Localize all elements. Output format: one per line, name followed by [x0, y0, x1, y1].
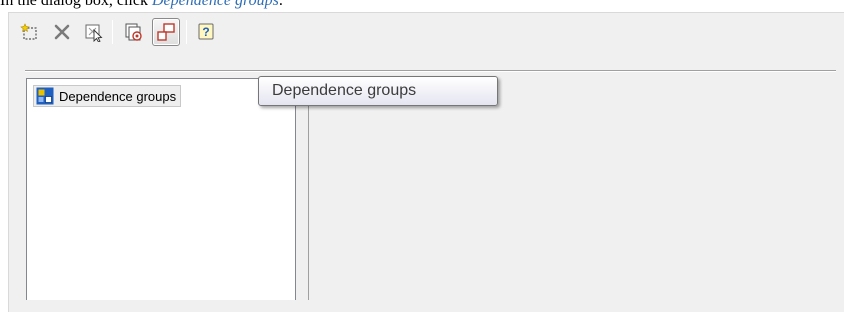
delete-button[interactable] [50, 20, 74, 44]
svg-text:?: ? [202, 25, 209, 39]
dependence-groups-node-icon [36, 87, 54, 105]
help-button[interactable]: ? [194, 20, 218, 44]
tooltip: Dependence groups [258, 76, 498, 106]
instruction-caption: In the dialog box, click Dependence grou… [0, 0, 283, 10]
select-objects-button[interactable] [82, 20, 106, 44]
tree-item-label: Dependence groups [59, 88, 177, 104]
caption-link: Dependence groups [151, 0, 279, 9]
dependence-groups-icon [157, 23, 175, 41]
caption-prefix: In the dialog box, click [0, 0, 152, 9]
select-objects-icon [85, 24, 103, 42]
tree-item-dependence-groups[interactable]: Dependence groups [33, 85, 182, 107]
dependence-groups-button[interactable] [152, 18, 180, 46]
toolbar: ? [18, 16, 348, 46]
tooltip-text: Dependence groups [272, 82, 417, 99]
new-item-button[interactable] [18, 20, 42, 44]
toolbar-separator [186, 20, 187, 44]
check-icon [125, 23, 142, 41]
caption-suffix: . [278, 0, 283, 9]
toolbar-separator [112, 20, 113, 44]
splitter[interactable] [298, 78, 302, 300]
new-item-icon [20, 23, 37, 40]
toolbar-divider-line [25, 70, 836, 72]
delete-icon [54, 24, 70, 40]
check-button[interactable] [122, 20, 146, 44]
help-icon: ? [198, 23, 214, 40]
details-panel [308, 78, 836, 300]
tree-panel[interactable]: Dependence groups [26, 78, 296, 300]
